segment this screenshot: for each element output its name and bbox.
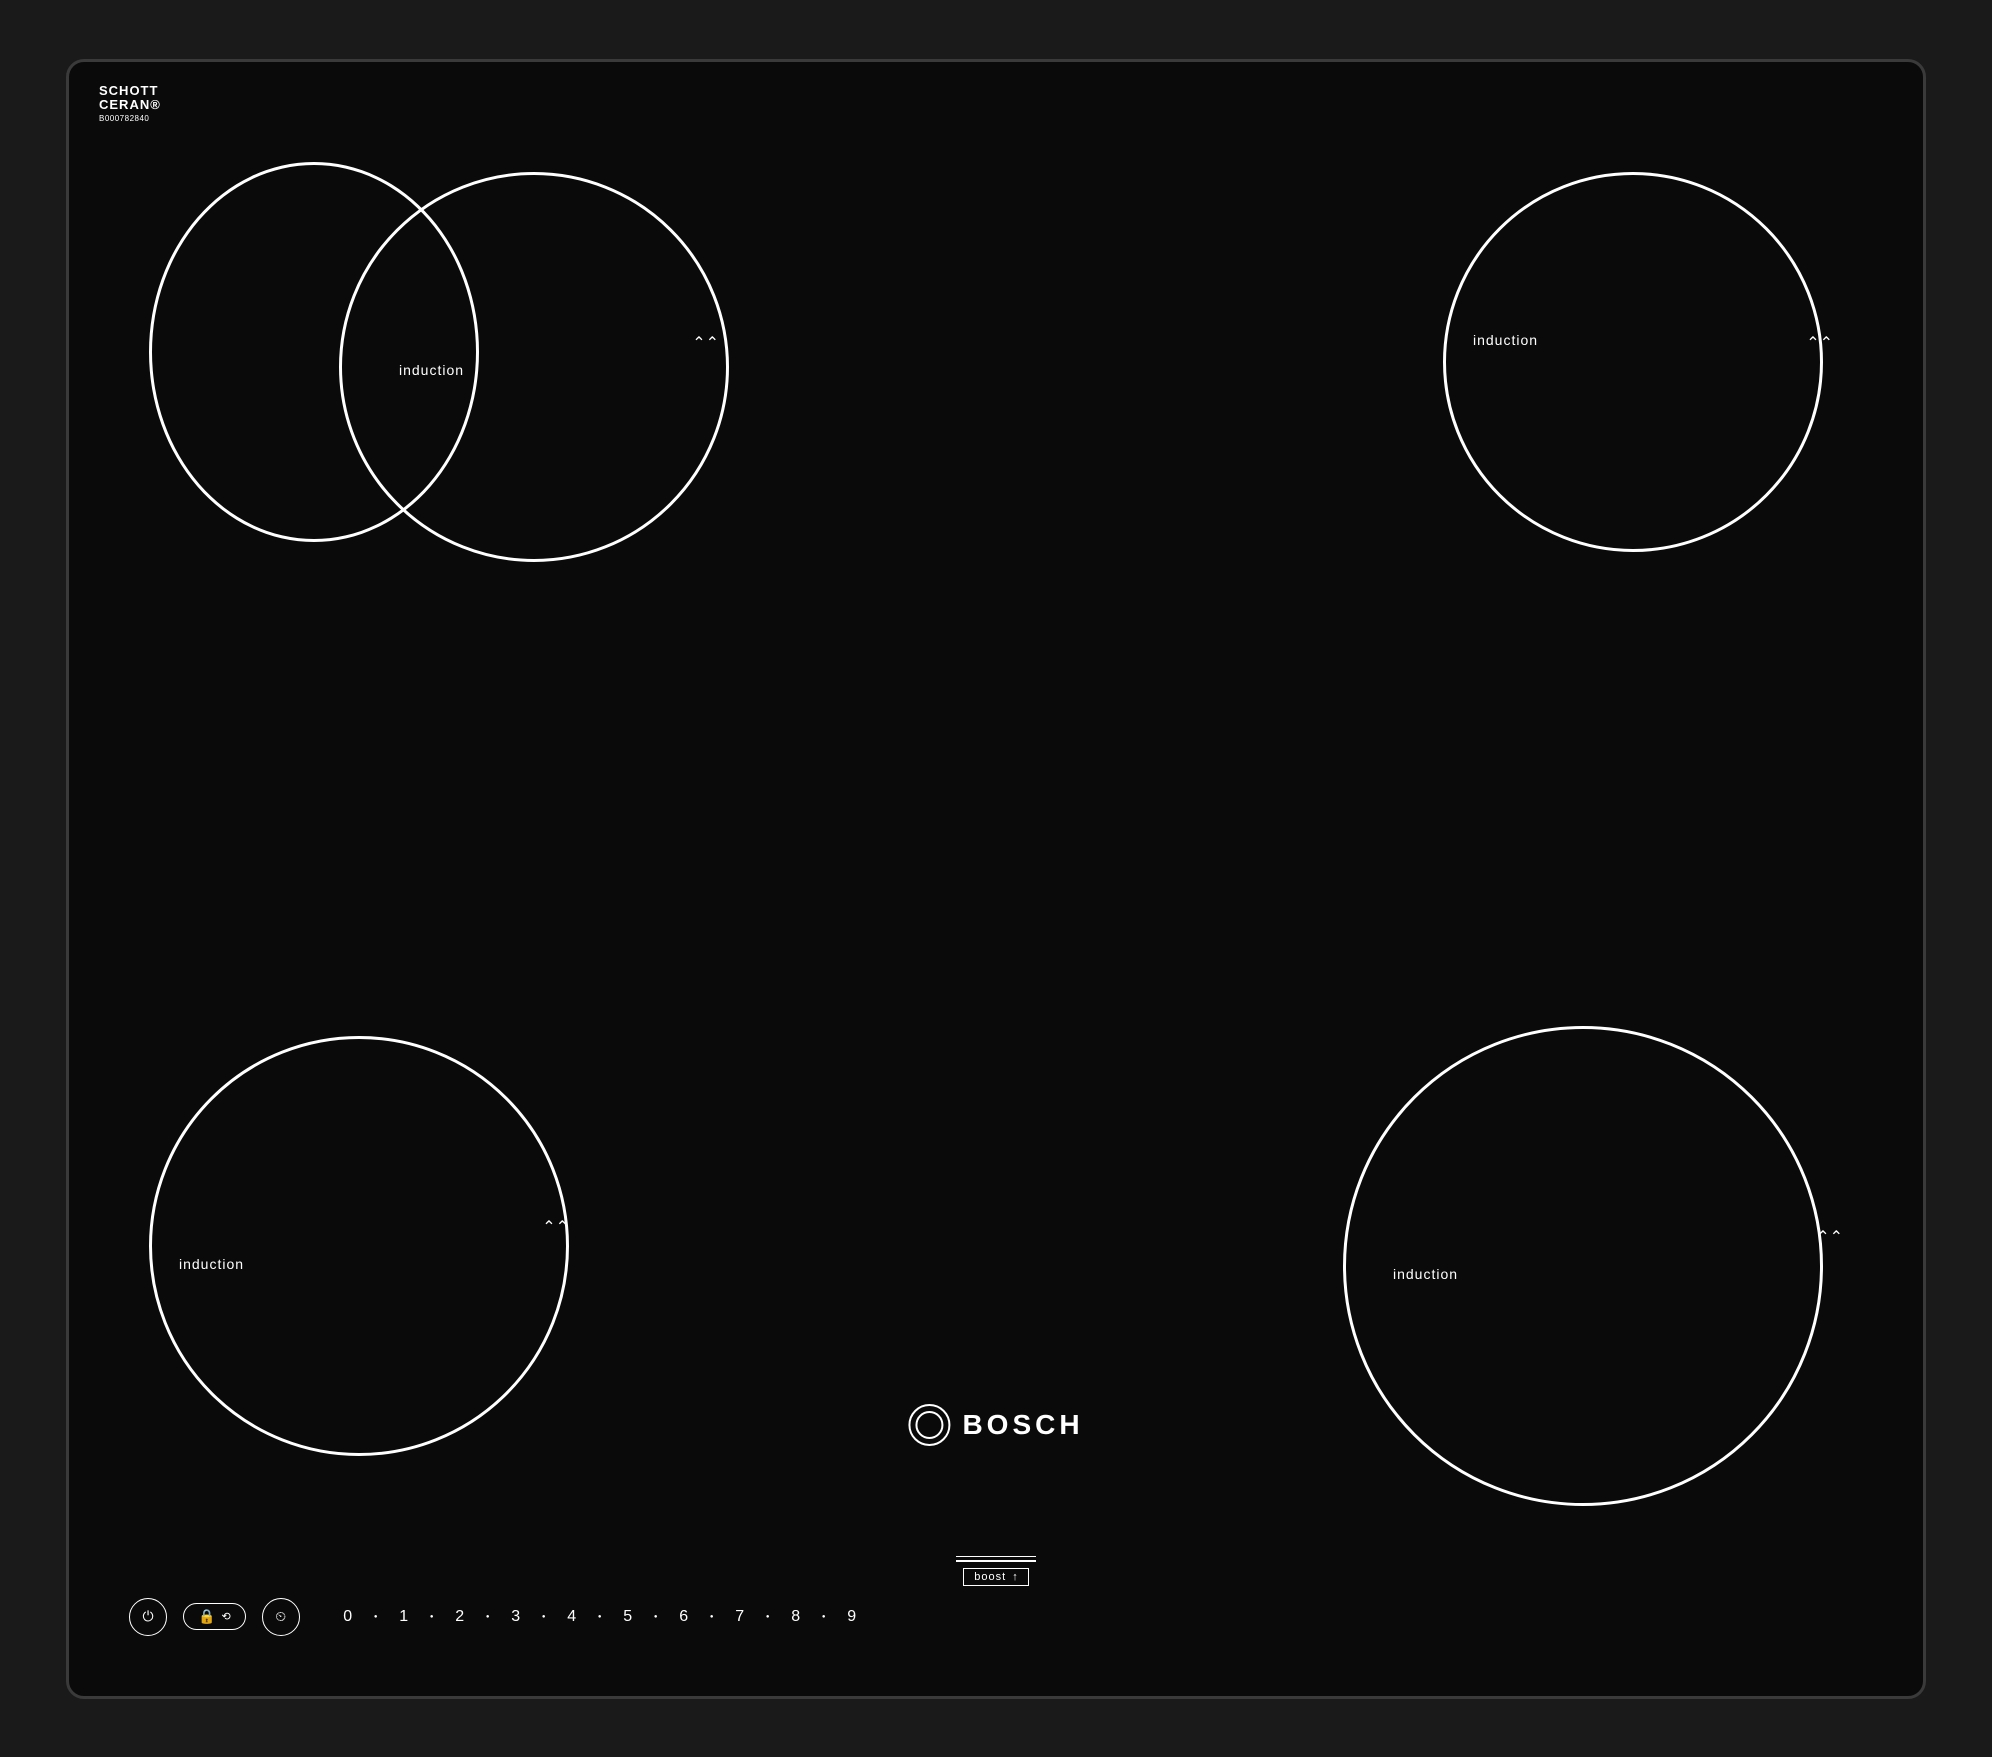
induction-label-top-left: induction [399, 362, 464, 378]
scale-1[interactable]: 1 [386, 1608, 422, 1626]
scale-0[interactable]: 0 [330, 1608, 366, 1626]
scale-7[interactable]: 7 [722, 1608, 758, 1626]
schott-ceran-logo: SCHOTT CERAN® [99, 84, 161, 113]
boost-arrows-top-left: ⌃⌃ [692, 332, 719, 353]
boost-arrows-bottom-left: ⌃⌃ [542, 1216, 569, 1237]
dot-0-1: ● [366, 1614, 386, 1620]
bosch-brand-text: BOSCH [962, 1409, 1083, 1441]
cooktop: SCHOTT CERAN® B000782840 induction ⌃⌃ in… [66, 59, 1926, 1699]
boost-arrows-top-right: ⌃⌃ [1806, 332, 1833, 353]
zone-bottom-left[interactable]: induction ⌃⌃ [149, 1036, 589, 1516]
dot-2-3: ● [478, 1614, 498, 1620]
control-row: ⏻ 🔒 ⟲ ⏲ 0 ● 1 ● 2 ● 3 ● 4 ● [129, 1598, 1863, 1636]
burners-area: induction ⌃⌃ induction ⌃⌃ induction ⌃⌃ i… [129, 112, 1863, 1536]
zone-bottom-right[interactable]: induction ⌃⌃ [1343, 1026, 1843, 1516]
top-right-burner-ring [1443, 172, 1823, 552]
bosch-inner-ring [915, 1411, 943, 1439]
scale-5[interactable]: 5 [610, 1608, 646, 1626]
line-top [956, 1556, 1036, 1558]
top-left-burner-ring [339, 172, 729, 562]
zone-top-left[interactable]: induction ⌃⌃ [149, 132, 729, 552]
induction-label-top-right: induction [1473, 332, 1538, 348]
timer-icon: ⏲ [275, 1608, 286, 1625]
power-icon: ⏻ [142, 1608, 153, 1625]
double-line-separator [956, 1556, 1036, 1562]
bosch-logo: BOSCH [908, 1404, 1083, 1446]
heat-scale: 0 ● 1 ● 2 ● 3 ● 4 ● 5 ● 6 ● 7 ● 8 ● 9 [330, 1608, 1863, 1626]
dot-6-7: ● [702, 1614, 722, 1620]
zone-top-right[interactable]: induction ⌃⌃ [1443, 132, 1843, 552]
scale-6[interactable]: 6 [666, 1608, 702, 1626]
scale-3[interactable]: 3 [498, 1608, 534, 1626]
childlock-icon: ⟲ [221, 1610, 230, 1623]
lock-icon: 🔒 [198, 1608, 215, 1625]
boost-label: boost [974, 1571, 1006, 1583]
boost-box[interactable]: boost ↑ [963, 1568, 1028, 1586]
induction-label-bottom-right: induction [1393, 1266, 1458, 1282]
boost-arrows-bottom-right: ⌃⌃ [1816, 1226, 1843, 1247]
dot-4-5: ● [590, 1614, 610, 1620]
lock-button[interactable]: 🔒 ⟲ [183, 1603, 246, 1630]
line-bottom [956, 1560, 1036, 1562]
dot-7-8: ● [758, 1614, 778, 1620]
dot-3-4: ● [534, 1614, 554, 1620]
power-button[interactable]: ⏻ [129, 1598, 167, 1636]
scale-2[interactable]: 2 [442, 1608, 478, 1626]
scale-4[interactable]: 4 [554, 1608, 590, 1626]
dot-5-6: ● [646, 1614, 666, 1620]
timer-button[interactable]: ⏲ [262, 1598, 300, 1636]
bosch-circle-emblem [908, 1404, 950, 1446]
induction-label-bottom-left: induction [179, 1256, 244, 1272]
boost-indicator: boost ↑ [956, 1556, 1036, 1586]
control-buttons-left: ⏻ 🔒 ⟲ ⏲ [129, 1598, 300, 1636]
scale-8[interactable]: 8 [778, 1608, 814, 1626]
boost-up-arrow-icon: ↑ [1012, 1571, 1018, 1583]
scale-9[interactable]: 9 [834, 1608, 870, 1626]
bottom-left-burner-ring [149, 1036, 569, 1456]
control-panel: boost ↑ ⏻ 🔒 ⟲ ⏲ 0 ● 1 ● [129, 1556, 1863, 1676]
dot-1-2: ● [422, 1614, 442, 1620]
dot-8-9: ● [814, 1614, 834, 1620]
